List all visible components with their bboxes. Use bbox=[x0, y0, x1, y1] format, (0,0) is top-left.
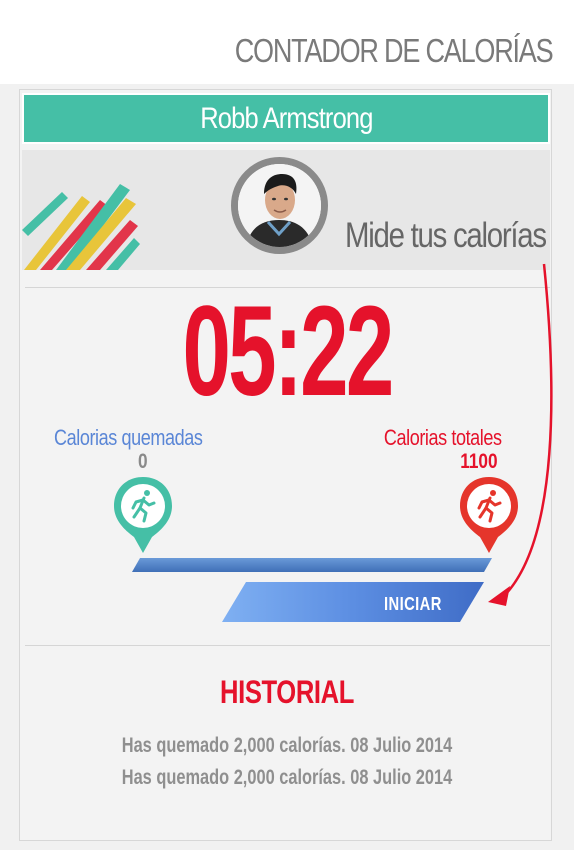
history-item: Has quemado 2,000 calorías. 08 Julio 201… bbox=[121, 766, 453, 789]
timer-display: 05:22 bbox=[182, 280, 394, 423]
start-button[interactable] bbox=[222, 582, 484, 622]
user-avatar[interactable] bbox=[231, 157, 328, 254]
tagline: Mide tus calorías bbox=[345, 216, 547, 255]
user-name: Robb Armstrong bbox=[199, 101, 373, 135]
curved-arrow-icon bbox=[488, 263, 553, 606]
progress-track bbox=[132, 558, 492, 572]
user-name-bar: Robb Armstrong bbox=[22, 93, 550, 144]
history-title: HISTORIAL bbox=[220, 674, 354, 710]
burned-value: 0 bbox=[138, 450, 148, 473]
history-list: Has quemado 2,000 calorías. 08 Julio 201… bbox=[0, 733, 574, 797]
burned-pin bbox=[114, 477, 172, 553]
section-divider bbox=[25, 645, 550, 646]
burned-label: Calorias quemadas bbox=[54, 425, 203, 450]
avatar-photo bbox=[238, 164, 321, 247]
decorative-stripes bbox=[22, 184, 140, 270]
app-title: CONTADOR DE CALORÍAS bbox=[234, 32, 553, 69]
history-item: Has quemado 2,000 calorías. 08 Julio 201… bbox=[121, 734, 453, 757]
